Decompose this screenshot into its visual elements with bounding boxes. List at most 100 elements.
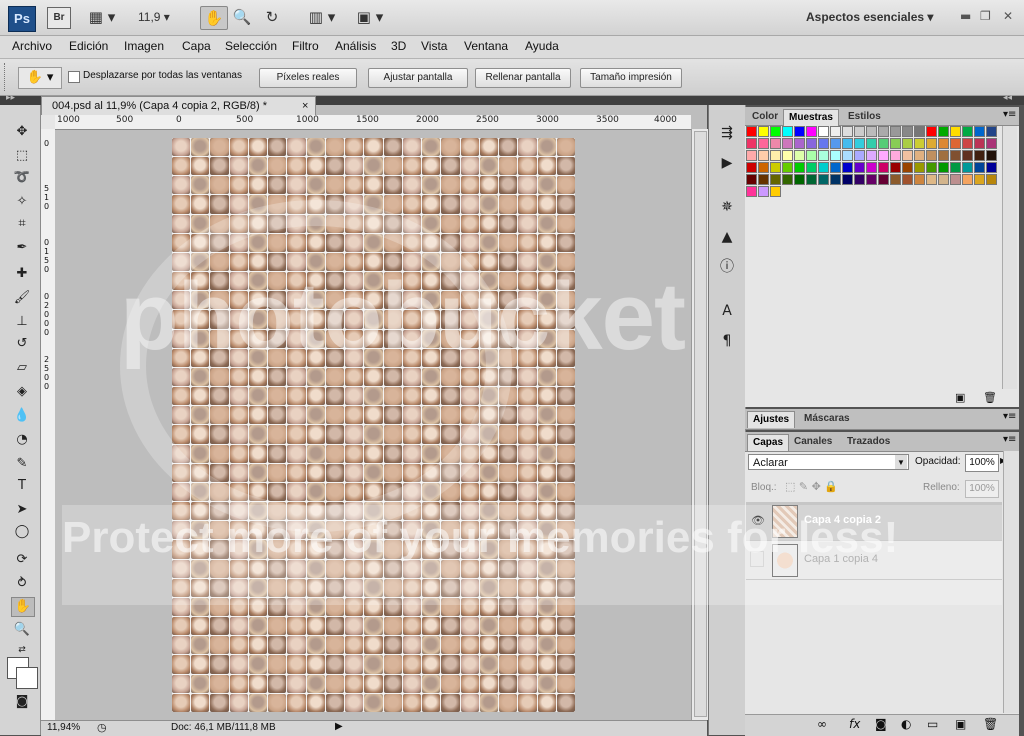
color-swatch[interactable] [914, 150, 925, 161]
color-swatch[interactable] [962, 174, 973, 185]
color-swatch[interactable] [878, 150, 889, 161]
color-swatch[interactable] [986, 174, 997, 185]
color-swatch[interactable] [878, 126, 889, 137]
color-swatch[interactable] [902, 174, 913, 185]
color-swatch[interactable] [950, 126, 961, 137]
vertical-scrollbar[interactable] [691, 129, 708, 720]
color-swatch[interactable] [974, 138, 985, 149]
color-swatch[interactable] [770, 150, 781, 161]
color-swatch[interactable] [806, 174, 817, 185]
panel-menu-icon[interactable]: ▾≡ [1003, 434, 1016, 445]
color-swatch[interactable] [866, 138, 877, 149]
color-swatch[interactable] [890, 138, 901, 149]
brush-tool-icon[interactable]: 🖌 [11, 289, 33, 307]
lasso-tool-icon[interactable]: ➰ [11, 169, 33, 187]
color-swatch[interactable] [746, 150, 757, 161]
histogram-panel-icon[interactable]: ▲ [716, 227, 738, 247]
color-swatch[interactable] [866, 126, 877, 137]
color-swatch[interactable] [926, 174, 937, 185]
tab-styles[interactable]: Estilos [843, 109, 886, 125]
layer-style-icon[interactable]: fx [849, 717, 860, 731]
blur-tool-icon[interactable]: 💧 [11, 407, 33, 425]
color-swatch[interactable] [962, 162, 973, 173]
delete-layer-icon[interactable]: 🗑 [983, 717, 998, 731]
color-swatch[interactable] [866, 150, 877, 161]
color-swatch[interactable] [986, 138, 997, 149]
color-swatch[interactable] [770, 162, 781, 173]
actions-panel-icon[interactable]: ▶ [716, 153, 738, 173]
delete-swatch-icon[interactable]: 🗑 [983, 391, 997, 404]
actual-pixels-button[interactable]: Píxeles reales [259, 68, 357, 88]
type-tool-icon[interactable]: T [11, 477, 33, 495]
menu-capa[interactable]: Capa [182, 39, 211, 53]
color-swatch[interactable] [950, 162, 961, 173]
color-swatch[interactable] [818, 138, 829, 149]
color-swatch[interactable] [950, 150, 961, 161]
pen-tool-icon[interactable]: ✎ [11, 455, 33, 473]
tab-paths[interactable]: Trazados [842, 434, 895, 450]
color-swatch[interactable] [878, 138, 889, 149]
color-swatch[interactable] [782, 126, 793, 137]
view-extras-icon[interactable]: ▦ ▾ [84, 6, 120, 28]
color-swatch[interactable] [770, 126, 781, 137]
new-layer-icon[interactable]: ▣ [955, 717, 966, 731]
color-swatch[interactable] [866, 162, 877, 173]
lock-icons[interactable]: ⬚ ✎ ✥ 🔒 [785, 480, 838, 493]
minimize-icon[interactable]: ▬ [960, 9, 971, 23]
color-swatch[interactable] [794, 138, 805, 149]
tab-color[interactable]: Color [747, 109, 783, 125]
rotate-view-icon[interactable]: ↻ [261, 6, 283, 28]
color-swatch[interactable] [938, 138, 949, 149]
color-swatch[interactable] [758, 126, 769, 137]
color-swatch[interactable] [770, 138, 781, 149]
zoom-percentage[interactable]: 11,94% [47, 722, 80, 733]
color-swatch[interactable] [818, 126, 829, 137]
adjustment-layer-icon[interactable]: ◐ [901, 717, 911, 731]
3d-orbit-tool-icon[interactable]: ⥁ [11, 575, 33, 593]
color-swatch[interactable] [950, 174, 961, 185]
color-swatch[interactable] [854, 150, 865, 161]
color-swatch[interactable] [902, 138, 913, 149]
color-swatch[interactable] [770, 186, 781, 197]
color-swatch[interactable] [782, 162, 793, 173]
color-swatch[interactable] [902, 150, 913, 161]
color-swatch[interactable] [758, 162, 769, 173]
color-swatch[interactable] [794, 174, 805, 185]
options-grip[interactable] [4, 63, 8, 91]
color-swatch[interactable] [890, 174, 901, 185]
info-panel-icon[interactable]: ⓘ [716, 257, 738, 277]
vertical-ruler[interactable]: 0 510 0150 02000 2500 [41, 129, 56, 720]
color-swatch[interactable] [782, 174, 793, 185]
bridge-button[interactable]: Br [47, 7, 71, 29]
zoom-tool-icon[interactable]: 🔍 [11, 621, 33, 639]
color-swatch[interactable] [866, 174, 877, 185]
color-swatch[interactable] [830, 126, 841, 137]
status-arrow-icon[interactable]: ▶ [335, 721, 343, 732]
color-swatch[interactable] [902, 162, 913, 173]
color-swatch[interactable] [890, 150, 901, 161]
close-icon[interactable]: ✕ [1003, 9, 1013, 23]
color-swatch[interactable] [854, 174, 865, 185]
quick-selection-tool-icon[interactable]: ✧ [11, 193, 33, 211]
swatches-scrollbar[interactable] [1002, 126, 1017, 389]
menu-filtro[interactable]: Filtro [292, 39, 319, 53]
history-brush-tool-icon[interactable]: ↺ [11, 335, 33, 353]
zoom-tool-icon[interactable]: 🔍 [231, 6, 253, 28]
add-mask-icon[interactable]: ◙ [875, 717, 887, 731]
color-swatch[interactable] [926, 150, 937, 161]
color-swatch[interactable] [890, 162, 901, 173]
new-swatch-icon[interactable]: ▣ [955, 391, 965, 404]
color-swatch[interactable] [794, 126, 805, 137]
eraser-tool-icon[interactable]: ▱ [11, 359, 33, 377]
color-swatch[interactable] [758, 186, 769, 197]
opacity-field[interactable]: 100% [965, 454, 999, 472]
print-size-button[interactable]: Tamaño impresión [580, 68, 682, 88]
dodge-tool-icon[interactable]: ◔ [11, 431, 33, 449]
color-swatch[interactable] [938, 150, 949, 161]
crop-tool-icon[interactable]: ⌗ [11, 215, 33, 233]
color-swatch[interactable] [842, 126, 853, 137]
color-swatch[interactable] [914, 138, 925, 149]
color-swatch[interactable] [878, 162, 889, 173]
color-swatch[interactable] [746, 162, 757, 173]
tab-channels[interactable]: Canales [789, 434, 837, 450]
